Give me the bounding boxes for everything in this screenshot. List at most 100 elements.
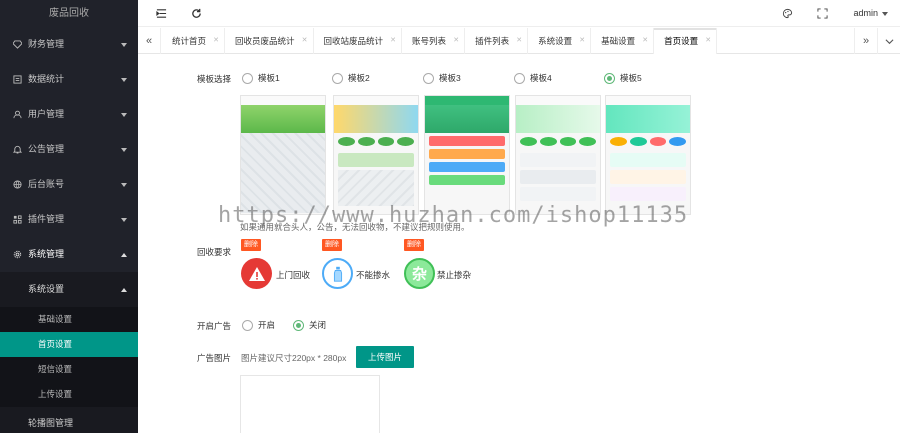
globe-icon [12,180,22,190]
tab-bar: « 统计首页 ✕ 回收员废品统计 ✕ 回收站废品统计 ✕ 账号列表 ✕ 插件列表 ✕ 系统… [138,28,900,54]
tab-menu-chevron-icon[interactable] [877,28,900,54]
theme-icon[interactable] [781,7,794,20]
sidebar-item-label: 财务管理 [28,39,65,49]
tab-collector-stats[interactable]: 回收员废品统计 ✕ [225,28,314,54]
ad-on-radio[interactable]: 开启 [242,319,275,331]
tab-label: 账号列表 [412,36,447,46]
app-logo: 废品回收 [0,0,138,27]
chevron-down-icon [121,77,127,82]
diamond-icon [12,40,22,50]
sidebar-item-label: 后台账号 [28,179,65,189]
template-radio-2[interactable]: 模板2 [332,72,370,84]
close-icon[interactable]: ✕ [390,28,396,54]
mixed-char: 杂 [411,266,427,283]
sidebar-subitem-system-settings[interactable]: 系统设置 [0,272,138,307]
close-icon[interactable]: ✕ [453,28,459,54]
template-thumbnail-1[interactable] [240,95,326,215]
delete-button[interactable]: 删除 [241,239,261,251]
close-icon[interactable]: ✕ [302,28,308,54]
sidebar-item-label: 用户管理 [28,109,65,119]
delete-button[interactable]: 删除 [404,239,424,251]
template-radio-1[interactable]: 模板1 [242,72,280,84]
sidebar-item-notices[interactable]: 公告管理 [0,132,138,167]
tab-plugins[interactable]: 插件列表 ✕ [465,28,529,54]
sidebar-item-accounts[interactable]: 后台账号 [0,167,138,202]
template-thumbnail-3[interactable] [424,95,510,215]
sidebar-item-stats[interactable]: 数据统计 [0,62,138,97]
menu-toggle-icon[interactable] [155,7,168,20]
chevron-down-icon [121,147,127,152]
tab-scroll-left-icon[interactable]: « [138,28,161,54]
chevron-up-icon [121,287,127,292]
template-thumbnail-4[interactable] [515,95,601,215]
system-submenu: 系统设置 基础设置 首页设置 短信设置 上传设置 轮播图管理 [0,272,138,433]
tab-accounts[interactable]: 账号列表 ✕ [402,28,466,54]
chevron-down-icon [121,217,127,222]
warning-icon [241,258,272,289]
tab-label: 插件列表 [475,36,510,46]
ad-image-label: 广告图片 [197,353,232,363]
template-radio-3[interactable]: 模板3 [423,72,461,84]
ad-label: 开启广告 [197,321,232,331]
grid-icon [12,215,22,225]
radio-circle [293,319,304,331]
sidebar-item-system[interactable]: 系统管理 [0,237,138,272]
sidebar-item-finance[interactable]: 财务管理 [0,27,138,62]
radio-label: 模板5 [620,73,642,83]
recycle-label: 回收要求 [197,247,232,257]
template-label: 模板选择 [197,74,232,84]
tab-label: 系统设置 [538,36,573,46]
radio-label: 开启 [258,320,276,330]
sidebar-subsubitem-upload[interactable]: 上传设置 [0,382,138,407]
refresh-icon[interactable] [190,7,203,20]
requirement-label: 禁止掺杂 [437,270,472,280]
sidebar-subsubitem-sms[interactable]: 短信设置 [0,357,138,382]
radio-label: 模板4 [530,73,552,83]
caret-down-icon [882,11,888,16]
template-radio-5[interactable]: 模板5 [604,72,642,84]
radio-circle [332,72,343,84]
delete-button[interactable]: 删除 [322,239,342,251]
sidebar-subitem-label: 系统设置 [28,284,65,294]
sidebar: 废品回收 财务管理 数据统计 用户管理 公告管理 后台账号 插件管理 系统管理 … [0,0,138,433]
tab-station-stats[interactable]: 回收站废品统计 ✕ [314,28,403,54]
tab-system-settings[interactable]: 系统设置 ✕ [528,28,592,54]
template-radio-4[interactable]: 模板4 [514,72,552,84]
sidebar-subsubitem-home[interactable]: 首页设置 [0,332,138,357]
close-icon[interactable]: ✕ [579,28,585,54]
close-icon[interactable]: ✕ [642,28,648,54]
bell-icon [12,145,22,155]
tab-label: 回收站废品统计 [323,36,384,46]
tab-home-settings[interactable]: 首页设置 ✕ [654,28,718,54]
sidebar-subsubitem-basic[interactable]: 基础设置 [0,307,138,332]
radio-circle [242,72,253,84]
fullscreen-icon[interactable] [816,7,829,20]
requirement-label: 不能掺水 [356,270,391,280]
tab-scroll-right-icon[interactable]: » [854,28,877,54]
template-hint: 如果通用就合头人，公告，无法回收物，不建议把规则使用。 [240,222,470,232]
close-icon[interactable]: ✕ [213,28,219,54]
user-menu[interactable]: admin [853,0,888,27]
chevron-up-icon [121,252,127,257]
username: admin [853,8,878,18]
close-icon[interactable]: ✕ [516,28,522,54]
mixed-icon: 杂 [404,258,435,289]
sidebar-item-plugins[interactable]: 插件管理 [0,202,138,237]
requirement-label: 上门回收 [276,270,311,280]
radio-label: 模板1 [258,73,280,83]
ad-off-radio[interactable]: 关闭 [293,319,326,331]
sidebar-item-users[interactable]: 用户管理 [0,97,138,132]
close-icon[interactable]: ✕ [705,28,711,54]
sidebar-subitem-carousel[interactable]: 轮播图管理 [0,407,138,433]
sidebar-item-label: 系统管理 [28,249,65,259]
tab-label: 基础设置 [601,36,636,46]
tab-stats-home[interactable]: 统计首页 ✕ [162,28,226,54]
chevron-down-icon [121,112,127,117]
tab-basic-settings[interactable]: 基础设置 ✕ [591,28,655,54]
gear-icon [12,250,22,260]
template-thumbnail-5[interactable] [605,95,691,215]
user-icon [12,110,22,120]
template-thumbnail-2[interactable] [333,95,419,215]
system-settings-submenu: 基础设置 首页设置 短信设置 上传设置 [0,307,138,407]
upload-image-button[interactable]: 上传图片 [356,346,414,368]
